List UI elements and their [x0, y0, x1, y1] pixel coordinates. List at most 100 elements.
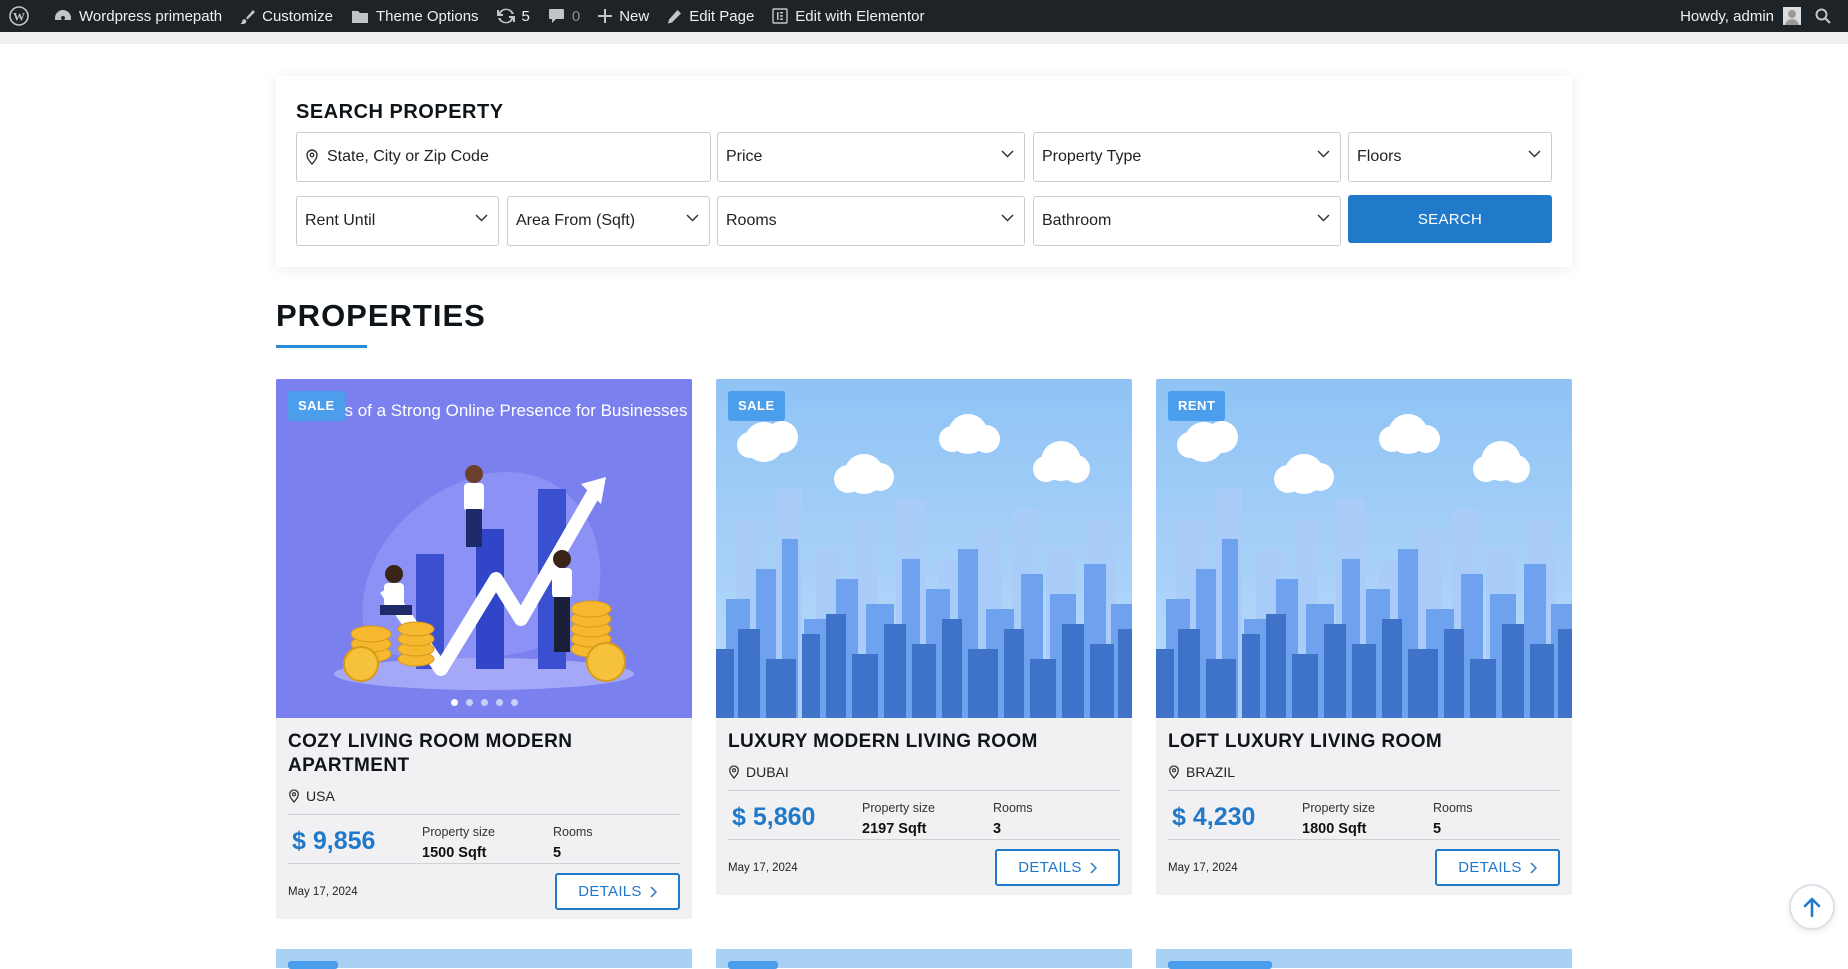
property-image-slider[interactable]: its of a Strong Online Presence for Busi… [276, 379, 692, 718]
property-card-partial [1156, 949, 1572, 969]
property-title[interactable]: COZY LIVING ROOM MODERN APARTMENT [276, 718, 616, 778]
new-content-link[interactable]: New [589, 0, 658, 32]
howdy-label: Howdy, admin [1680, 7, 1774, 25]
slider-dot[interactable] [480, 699, 488, 706]
property-image[interactable]: SALE [716, 379, 1132, 718]
slider-dots [276, 699, 692, 706]
size-value: 1800 Sqft [1302, 821, 1367, 837]
comment-icon [548, 9, 564, 23]
edit-elementor-link[interactable]: Edit with Elementor [763, 0, 933, 32]
property-meta: $ 4,230 Property size 1800 Sqft Rooms 5 [1168, 790, 1560, 840]
rooms-label: Rooms [993, 801, 1033, 815]
property-date: May 17, 2024 [1168, 862, 1238, 874]
property-location: BRAZIL [1156, 754, 1572, 780]
details-button[interactable]: DETAILS [1435, 849, 1560, 886]
property-card: RENT LOFT LUXURY LIVING ROOM BRAZIL $ 4,… [1156, 379, 1572, 895]
location-pin-icon [306, 149, 318, 165]
comments-link[interactable]: 0 [539, 0, 589, 32]
rooms-value: 3 [993, 821, 1002, 837]
location-pin-icon [729, 765, 739, 779]
chevron-down-icon [1528, 150, 1541, 158]
city-skyline-illustration [1156, 379, 1572, 718]
search-title: SEARCH PROPERTY [296, 101, 504, 123]
comments-count: 0 [571, 7, 581, 25]
search-property-panel: SEARCH PROPERTY State, City or Zip Code … [276, 76, 1572, 267]
chevron-right-icon [1090, 861, 1097, 874]
location-input[interactable]: State, City or Zip Code [296, 132, 711, 182]
price-select-label: Price [726, 148, 763, 165]
property-location: USA [276, 778, 692, 804]
size-label: Property size [1302, 801, 1375, 815]
scroll-to-top-button[interactable] [1789, 884, 1835, 930]
avatar [1783, 7, 1801, 25]
site-name-link[interactable]: Wordpress primepath [45, 0, 231, 32]
location-placeholder: State, City or Zip Code [327, 148, 489, 165]
price-select[interactable]: Price [717, 132, 1025, 182]
property-price: $ 9,856 [292, 827, 376, 855]
chevron-down-icon [475, 214, 488, 222]
slider-dot[interactable] [450, 699, 458, 706]
svg-text:W: W [13, 10, 25, 24]
admin-bar-spacer [0, 32, 1848, 44]
rooms-label: Rooms [1433, 801, 1473, 815]
refresh-icon [496, 8, 515, 24]
details-button[interactable]: DETAILS [995, 849, 1120, 886]
property-card-partial [716, 949, 1132, 969]
updates-link[interactable]: 5 [488, 0, 539, 32]
wordpress-logo-icon[interactable]: W [0, 0, 45, 32]
chevron-down-icon [1317, 214, 1330, 222]
edit-page-link[interactable]: Edit Page [658, 0, 763, 32]
chevron-down-icon [1001, 150, 1014, 158]
edit-elementor-label: Edit with Elementor [795, 7, 925, 25]
property-type-select[interactable]: Property Type [1033, 132, 1341, 182]
rooms-select[interactable]: Rooms [717, 196, 1025, 246]
elementor-icon [772, 8, 788, 24]
slider-dot[interactable] [465, 699, 473, 706]
rent-until-select[interactable]: Rent Until [296, 196, 499, 246]
theme-options-label: Theme Options [375, 7, 479, 25]
customize-label: Customize [262, 7, 333, 25]
bathroom-select[interactable]: Bathroom [1033, 196, 1341, 246]
property-date: May 17, 2024 [728, 862, 798, 874]
search-button[interactable]: SEARCH [1348, 195, 1552, 243]
location-pin-icon [289, 789, 299, 803]
property-price: $ 4,230 [1172, 803, 1256, 831]
details-label: DETAILS [1018, 859, 1082, 876]
plus-icon [598, 9, 613, 23]
property-date: May 17, 2024 [288, 886, 358, 898]
property-meta: $ 5,860 Property size 2197 Sqft Rooms 3 [728, 790, 1120, 840]
property-image[interactable]: RENT [1156, 379, 1572, 718]
property-location: DUBAI [716, 754, 1132, 780]
size-value: 1500 Sqft [422, 845, 487, 861]
brush-icon [240, 9, 256, 24]
slider-dot[interactable] [495, 699, 503, 706]
floors-label: Floors [1357, 148, 1402, 165]
property-meta: $ 9,856 Property size 1500 Sqft Rooms 5 [288, 814, 680, 864]
property-price: $ 5,860 [732, 803, 816, 831]
area-from-select[interactable]: Area From (Sqft) [507, 196, 710, 246]
rooms-value: 5 [553, 845, 562, 861]
property-title[interactable]: LOFT LUXURY LIVING ROOM [1156, 718, 1572, 754]
customize-link[interactable]: Customize [231, 0, 342, 32]
theme-options-link[interactable]: Theme Options [342, 0, 488, 32]
updates-count: 5 [521, 7, 530, 25]
site-name-label: Wordpress primepath [79, 7, 223, 25]
account-menu[interactable]: Howdy, admin [1671, 0, 1807, 32]
edit-page-label: Edit Page [689, 7, 755, 25]
slider-dot[interactable] [510, 699, 518, 706]
property-card: its of a Strong Online Presence for Busi… [276, 379, 692, 919]
details-button[interactable]: DETAILS [555, 873, 680, 910]
rent-until-label: Rent Until [305, 212, 376, 229]
property-title[interactable]: LUXURY MODERN LIVING ROOM [716, 718, 1132, 754]
status-badge: SALE [728, 391, 785, 421]
admin-search-button[interactable] [1807, 0, 1848, 32]
properties-heading: PROPERTIES [276, 298, 486, 333]
rooms-value: 5 [1433, 821, 1442, 837]
floors-select[interactable]: Floors [1348, 132, 1552, 182]
chevron-down-icon [1001, 214, 1014, 222]
property-illustration: its of a Strong Online Presence for Busi… [276, 379, 692, 718]
folder-icon [351, 10, 368, 23]
chevron-right-icon [650, 885, 657, 898]
chevron-down-icon [686, 214, 699, 222]
location-label: BRAZIL [1186, 764, 1236, 780]
